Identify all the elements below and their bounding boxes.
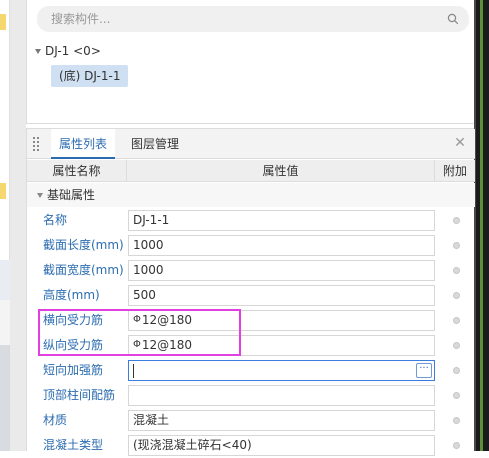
table-row: 顶部柱间配筋 <box>27 383 475 408</box>
drag-handle-icon[interactable] <box>33 137 41 151</box>
tree-item-selected[interactable]: (底) DJ-1-1 <box>51 65 129 87</box>
property-name: 混凝土类型 <box>43 438 104 452</box>
property-panel: 属性列表 图层管理 ✕ 属性名称 属性值 附加 基础属性 名称 DJ-1-1 截… <box>26 128 475 456</box>
attach-checkbox[interactable] <box>453 267 460 274</box>
tab-property-list[interactable]: 属性列表 <box>51 129 116 159</box>
property-name: 顶部柱间配筋 <box>43 388 116 402</box>
property-value-field[interactable]: DJ-1-1 <box>128 210 435 231</box>
header-property-value: 属性值 <box>127 160 435 182</box>
table-row: 截面宽度(mm) 1000 <box>27 258 475 283</box>
attach-checkbox[interactable] <box>453 392 460 399</box>
property-value-field[interactable]: 500 <box>128 285 435 306</box>
attach-checkbox[interactable] <box>453 317 460 324</box>
search-icon[interactable] <box>447 13 459 25</box>
header-property-name: 属性名称 <box>27 160 127 182</box>
property-value-field[interactable]: 1000 <box>128 260 435 281</box>
right-background-panel <box>474 0 489 451</box>
search-input[interactable] <box>49 6 429 32</box>
tab-bar: 属性列表 图层管理 ✕ <box>27 129 475 159</box>
attach-checkbox[interactable] <box>453 342 460 349</box>
tree-root-label: DJ-1 <0> <box>45 44 101 58</box>
text-cursor <box>133 363 134 378</box>
property-name: 截面长度(mm) <box>43 238 124 252</box>
attach-checkbox[interactable] <box>453 367 460 374</box>
tab-layer-management[interactable]: 图层管理 <box>123 129 187 159</box>
property-name: 名称 <box>43 213 68 227</box>
property-value-field[interactable]: 1000 <box>128 235 435 256</box>
table-header: 属性名称 属性值 附加 <box>27 160 475 182</box>
collapse-caret-icon[interactable] <box>37 193 43 198</box>
attach-checkbox[interactable] <box>453 292 460 299</box>
property-name: 截面宽度(mm) <box>43 263 124 277</box>
expand-caret-icon[interactable] <box>35 48 41 54</box>
table-row: 高度(mm) 500 <box>27 283 475 308</box>
property-name: 短向加强筋 <box>43 363 104 377</box>
group-basic-properties[interactable]: 基础属性 <box>27 183 475 207</box>
close-icon[interactable]: ✕ <box>453 136 467 150</box>
property-value-field[interactable]: 混凝土 <box>128 410 435 431</box>
table-row: 名称 DJ-1-1 <box>27 208 475 233</box>
table-row: 截面长度(mm) 1000 <box>27 233 475 258</box>
table-row: 材质 混凝土 <box>27 408 475 433</box>
property-name: 材质 <box>43 413 68 427</box>
attach-checkbox[interactable] <box>453 442 460 449</box>
table-row: 混凝土类型 (现浇混凝土碎石<40) <box>27 433 475 458</box>
attach-checkbox[interactable] <box>453 417 460 424</box>
left-background-panel <box>0 0 26 451</box>
highlight-annotation-box <box>38 309 241 356</box>
ellipsis-icon[interactable]: ··· <box>416 363 432 378</box>
property-value-field[interactable]: (现浇混凝土碎石<40) <box>128 435 435 456</box>
property-name: 高度(mm) <box>43 288 100 302</box>
attach-checkbox[interactable] <box>453 217 460 224</box>
table-row: 短向加强筋 ··· <box>27 358 475 383</box>
header-additional: 附加 <box>442 164 467 178</box>
property-value-field[interactable] <box>128 385 435 406</box>
search-box <box>37 6 469 32</box>
tree-item-root[interactable]: DJ-1 <0> <box>35 44 101 58</box>
group-label: 基础属性 <box>47 188 96 202</box>
property-value-input-active[interactable]: ··· <box>128 360 435 381</box>
attach-checkbox[interactable] <box>453 242 460 249</box>
component-list-panel: DJ-1 <0> (底) DJ-1-1 <box>26 0 474 124</box>
